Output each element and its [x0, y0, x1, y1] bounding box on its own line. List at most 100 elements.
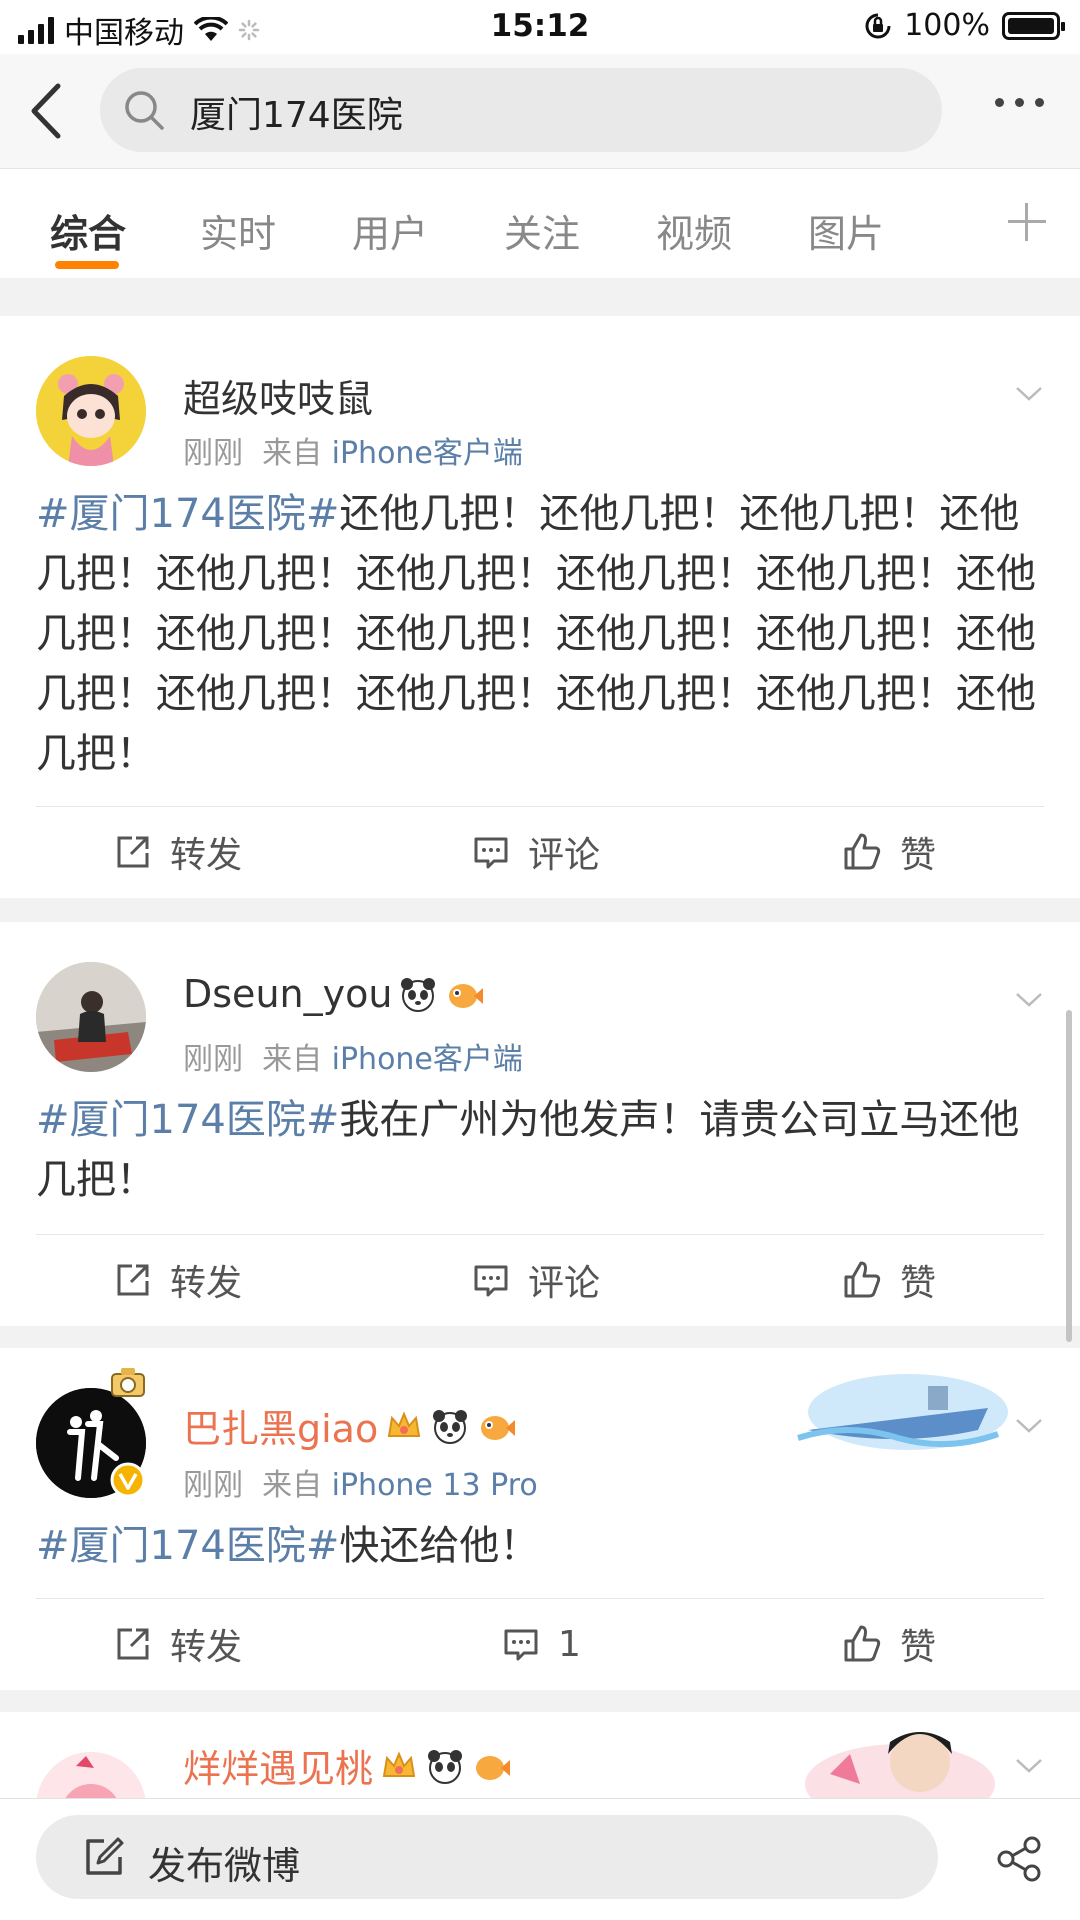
username[interactable]: 超级吱吱鼠 — [183, 368, 373, 423]
like-button[interactable]: 赞 — [842, 807, 936, 897]
more-dot-icon — [1015, 98, 1024, 107]
repost-label: 转发 — [170, 1263, 243, 1304]
post-meta: 刚刚 来自 iPhone客户端 — [183, 428, 523, 472]
aircraft-carrier-decoration-icon — [797, 1374, 1008, 1450]
post-source[interactable]: iPhone客户端 — [332, 436, 523, 471]
comment-icon — [504, 1629, 538, 1661]
topic-link[interactable]: #厦门174医院# — [36, 1523, 339, 1569]
fish-badge-icon — [476, 1755, 511, 1780]
search-input[interactable]: 厦门174医院 — [100, 68, 942, 152]
repost-button[interactable]: 转发 — [114, 807, 242, 897]
comment-count: 1 — [558, 1623, 581, 1665]
tab-comprehensive[interactable]: 综合 — [50, 203, 126, 258]
search-query: 厦门174医院 — [190, 95, 403, 136]
orientation-lock-icon — [865, 13, 891, 38]
comment-button[interactable]: 评论 — [472, 1235, 600, 1325]
camera-badge-icon — [111, 1368, 145, 1397]
post-source[interactable]: iPhone客户端 — [332, 1042, 523, 1077]
tab-following[interactable]: 关注 — [504, 203, 580, 258]
share-icon — [117, 1628, 149, 1660]
status-bar: 中国移动 15:12 100% — [0, 0, 1080, 54]
like-button[interactable]: 赞 — [842, 1599, 936, 1689]
tab-realtime[interactable]: 实时 — [200, 203, 276, 258]
repost-label: 转发 — [170, 1627, 243, 1668]
thumbs-up-icon — [844, 1261, 881, 1298]
more-dot-icon — [995, 98, 1004, 107]
chevron-down-icon[interactable] — [1014, 1410, 1044, 1440]
post-content: #厦门174医院#快还给他！ — [36, 1516, 1046, 1576]
post-actions: 转发 评论 赞 — [0, 807, 1080, 897]
post-card[interactable]: 烊烊遇见桃 — [0, 1712, 1080, 1802]
edit-icon — [86, 1837, 124, 1875]
back-button[interactable] — [26, 80, 74, 142]
fish-badge-icon — [481, 1415, 516, 1440]
battery-icon — [1002, 11, 1065, 40]
repost-button[interactable]: 转发 — [114, 1599, 242, 1689]
repost-button[interactable]: 转发 — [114, 1235, 242, 1325]
like-label: 赞 — [900, 1627, 937, 1668]
avatar[interactable] — [36, 1752, 146, 1802]
compose-label: 发布微博 — [148, 1844, 301, 1888]
bottom-bar: 发布微博 — [0, 1798, 1080, 1920]
post-text: 快还给他！ — [339, 1523, 540, 1569]
post-actions: 转发 评论 赞 — [0, 1235, 1080, 1325]
peach-avatar-icon — [36, 1752, 146, 1802]
active-tab-indicator — [55, 261, 119, 269]
post-card[interactable]: Dseun_you 刚刚 来自 iPhone客户端 #厦门174医院#我在广州为… — [0, 922, 1080, 1326]
tab-video[interactable]: 视频 — [656, 203, 732, 258]
like-button[interactable]: 赞 — [842, 1235, 936, 1325]
verified-badge-icon — [110, 1462, 146, 1498]
comment-label: 评论 — [528, 1263, 601, 1304]
username[interactable]: 烊烊遇见桃 — [183, 1738, 373, 1793]
battery-percent: 100% — [904, 8, 990, 43]
post-source[interactable]: iPhone 13 Pro — [332, 1468, 538, 1503]
fish-badge-icon — [449, 984, 484, 1008]
topic-link[interactable]: #厦门174医院# — [36, 1097, 339, 1143]
share-icon — [117, 836, 149, 868]
source-prefix: 来自 — [262, 1468, 323, 1503]
like-label: 赞 — [900, 835, 937, 876]
tab-pictures[interactable]: 图片 — [808, 203, 884, 258]
post-time: 刚刚 — [183, 1468, 243, 1503]
post-card[interactable]: 巴扎黑giao 刚刚 来自 iPhone 13 Pro #厦门174医院#快还给… — [0, 1348, 1080, 1690]
avatar[interactable] — [36, 962, 146, 1072]
chevron-down-icon[interactable] — [1014, 984, 1044, 1014]
search-header: 厦门174医院 — [0, 54, 1080, 168]
post-time: 刚刚 — [183, 1042, 243, 1077]
thumbs-up-icon — [844, 833, 881, 870]
chevron-down-icon[interactable] — [1014, 1750, 1044, 1780]
avatar[interactable] — [36, 356, 146, 466]
more-options-button[interactable] — [995, 98, 1044, 107]
repost-label: 转发 — [170, 835, 243, 876]
tab-users[interactable]: 用户 — [352, 203, 428, 258]
post-content: #厦门174医院#还他几把！还他几把！还他几把！还他几把！还他几把！还他几把！还… — [36, 484, 1046, 784]
panda-badge-icon — [433, 1409, 468, 1444]
comment-button[interactable]: 评论 — [472, 807, 600, 897]
panda-badge-icon — [428, 1749, 463, 1784]
post-meta: 刚刚 来自 iPhone 13 Pro — [183, 1460, 538, 1504]
like-label: 赞 — [900, 1263, 937, 1304]
comment-icon — [474, 1265, 508, 1297]
crown-badge-icon — [382, 1750, 416, 1777]
username-row: 巴扎黑giao — [183, 1398, 516, 1453]
chevron-down-icon[interactable] — [1014, 378, 1044, 408]
post-card[interactable]: 超级吱吱鼠 刚刚 来自 iPhone客户端 #厦门174医院#还他几把！还他几把… — [0, 316, 1080, 898]
more-dot-icon — [1035, 98, 1044, 107]
username[interactable]: Dseun_you — [183, 972, 392, 1016]
topic-link[interactable]: #厦门174医院# — [36, 491, 339, 537]
compose-button[interactable]: 发布微博 — [36, 1815, 938, 1899]
photo-avatar-icon — [36, 962, 146, 1072]
share-network-icon[interactable] — [996, 1835, 1044, 1883]
username[interactable]: 巴扎黑giao — [183, 1398, 378, 1453]
scrollbar[interactable] — [1066, 1010, 1072, 1342]
chevron-left-icon — [31, 83, 61, 139]
comment-icon — [474, 837, 508, 869]
comment-button[interactable]: 1 — [502, 1599, 581, 1689]
add-tab-button[interactable] — [1008, 203, 1046, 241]
comment-label: 评论 — [528, 835, 601, 876]
avatar[interactable] — [36, 1368, 146, 1498]
post-content: #厦门174医院#我在广州为他发声！请贵公司立马还他几把！ — [36, 1090, 1046, 1210]
crown-badge-icon — [388, 1410, 421, 1437]
share-icon — [117, 1264, 149, 1296]
cartoon-avatar-icon — [36, 356, 146, 466]
